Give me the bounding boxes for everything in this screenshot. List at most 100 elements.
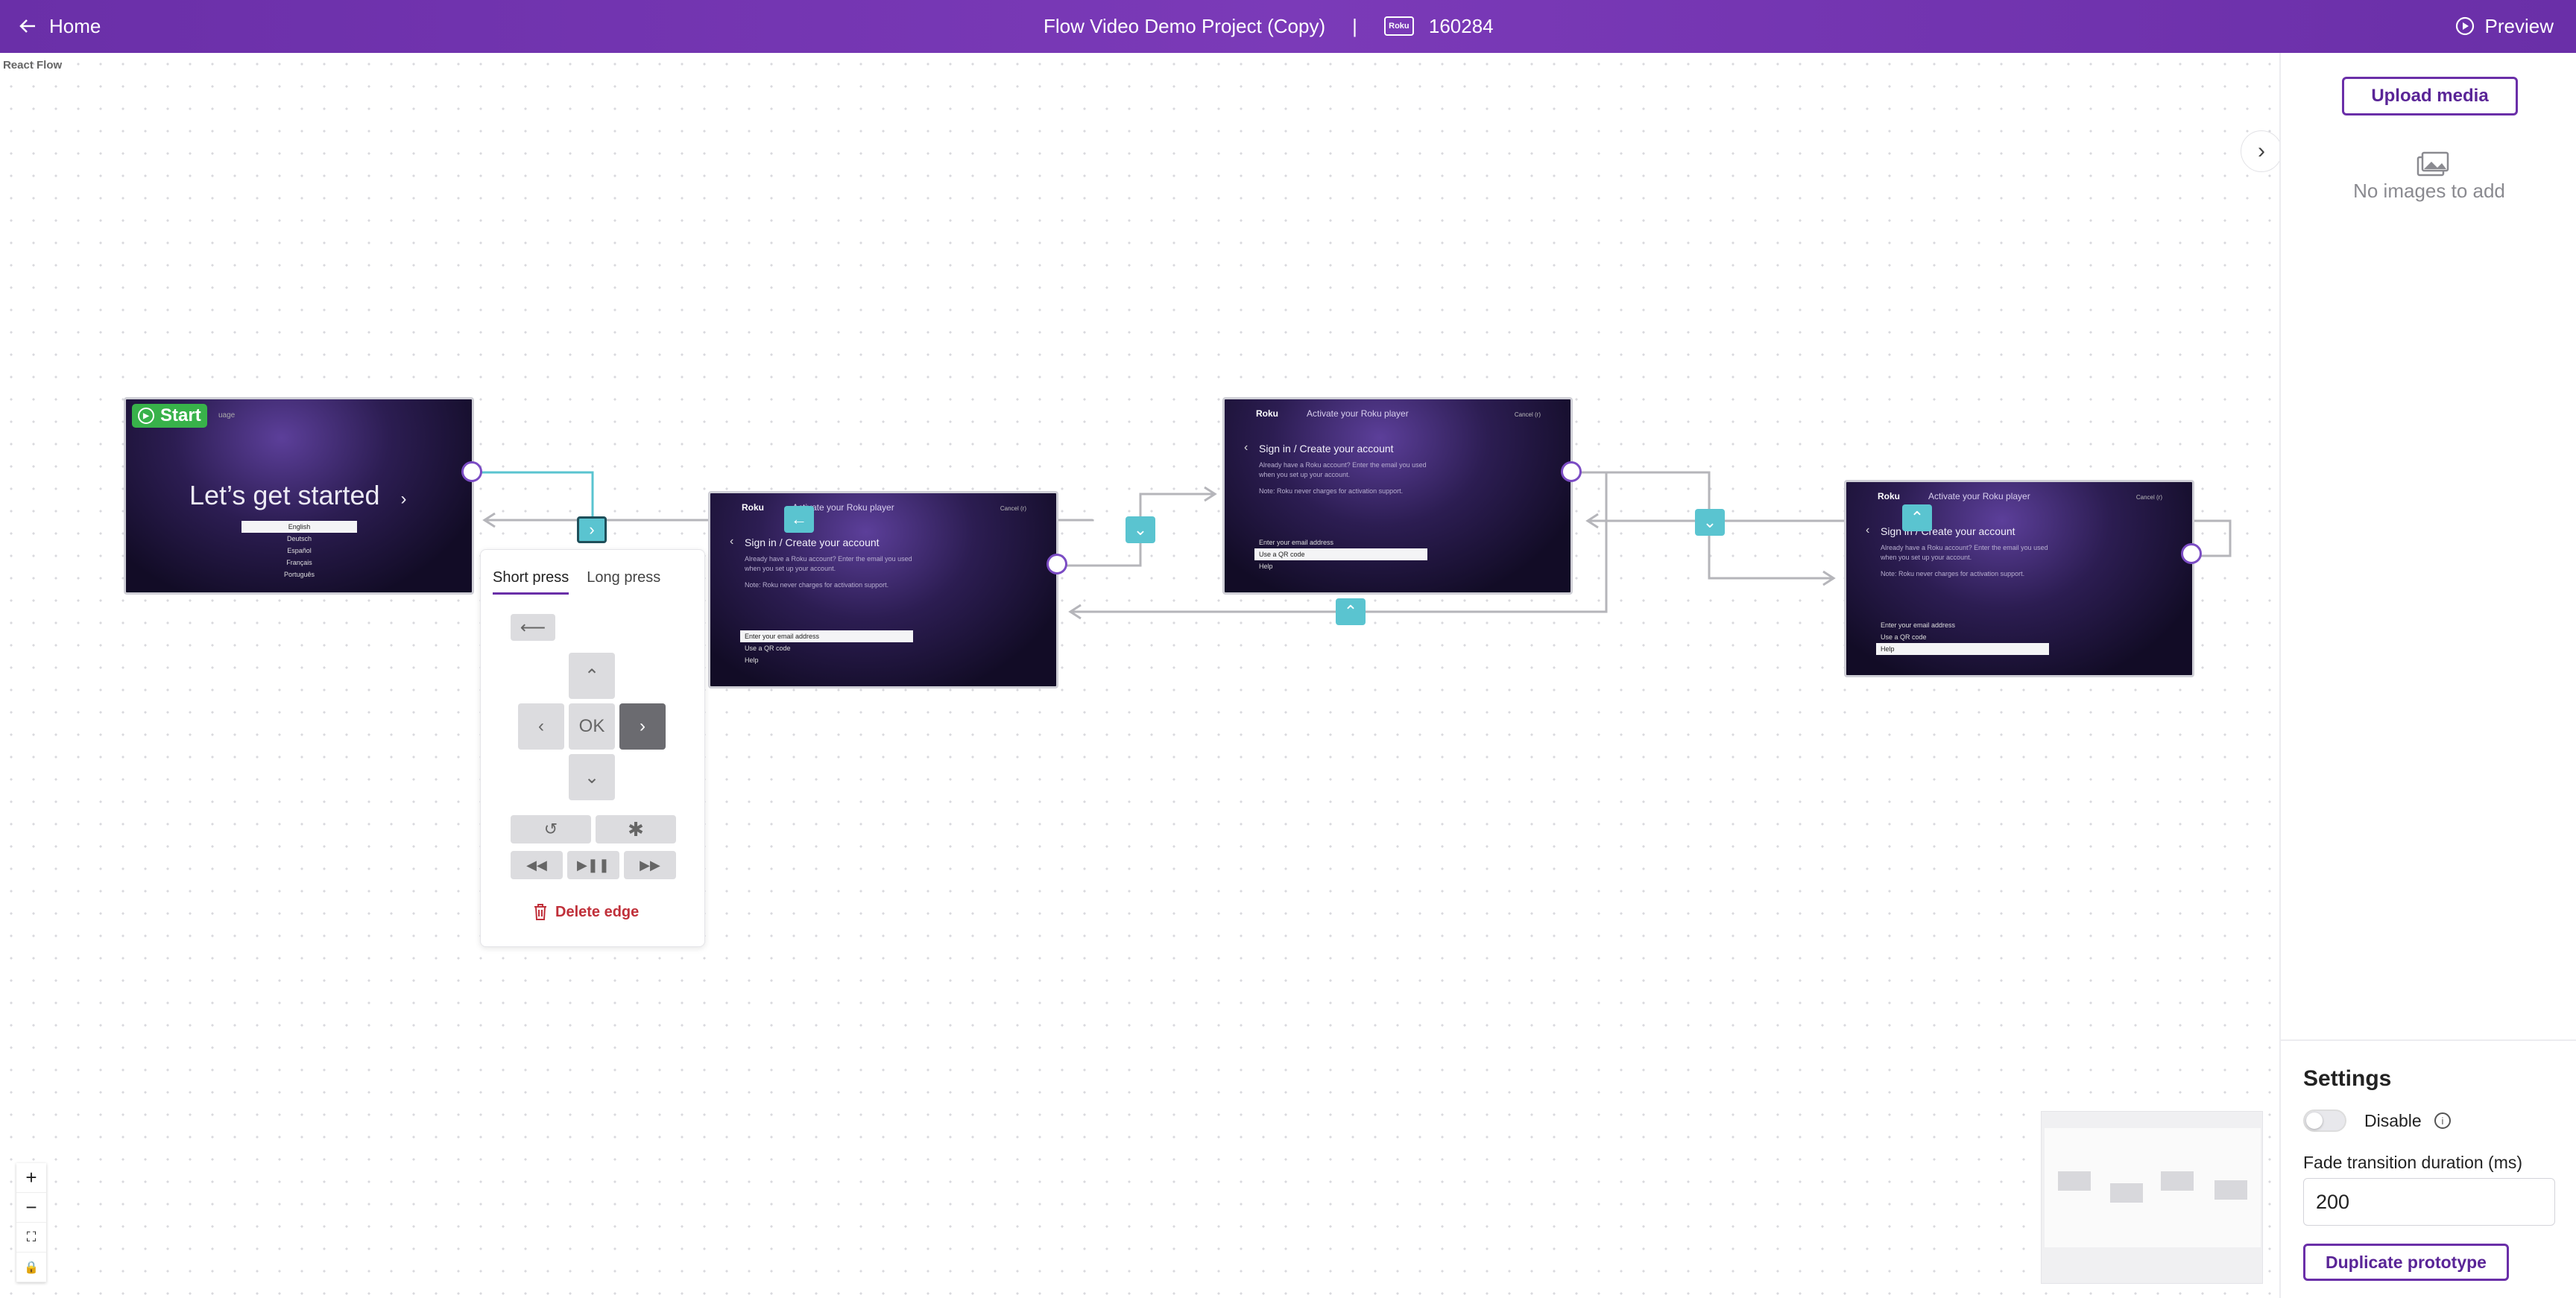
edge-key-popover: Short press Long press ⟵ ⌃ ‹ OK › ⌄ ↺ ✱ … [480,549,705,947]
collapse-sidebar-button[interactable]: › [2241,130,2279,172]
duplicate-prototype-button[interactable]: Duplicate prototype [2303,1244,2509,1281]
minimap[interactable] [2041,1111,2263,1284]
title-separator: | [1352,14,1357,37]
edge-up-button[interactable]: ⌃ [1336,598,1366,625]
option-item: Use a QR code [1881,633,1927,641]
edge-back-button[interactable]: ← [784,506,814,533]
right-key[interactable]: › [619,703,666,750]
minimap-node [2058,1171,2091,1191]
edge-right-button[interactable]: › [577,516,607,543]
node-handle[interactable] [2181,543,2202,564]
screen-header: Roku Activate your Roku player [742,502,894,513]
disable-label: Disable [2364,1111,2422,1130]
zoom-in-button[interactable]: + [16,1163,46,1193]
cancel-hint: Cancel (r) [1000,505,1026,512]
screen-title: Let’s get started › [189,480,407,511]
tab-long-press[interactable]: Long press [587,569,660,595]
language-option: Português [283,571,315,578]
minimap-node [2214,1180,2247,1200]
image-placeholder-icon [2416,151,2449,177]
roku-logo: Roku [742,502,764,513]
edge-language-to-screen1 [473,471,594,519]
fade-duration-input[interactable] [2303,1178,2555,1226]
chevron-left-icon: ‹ [1244,441,1248,454]
replay-key[interactable]: ↺ [511,815,591,843]
screen-title-text: Let’s get started [189,480,380,510]
edge-up-button[interactable]: ⌃ [1902,504,1932,531]
screen-node-signin-1[interactable]: Roku Activate your Roku player Cancel (r… [708,491,1058,688]
screen-title: Sign in / Create your account [745,536,880,548]
fast-forward-key[interactable]: ▶▶ [624,851,676,879]
disable-toggle[interactable] [2303,1109,2346,1132]
edge-down-button[interactable]: ⌄ [1126,516,1155,543]
language-option: English [242,521,357,533]
preview-label: Preview [2484,14,2554,37]
screen-title: Sign in / Create your account [1259,443,1394,455]
up-key[interactable]: ⌃ [569,653,615,699]
language-list: English Deutsch Español Français Portugu… [242,521,357,580]
screen-body: Already have a Roku account? Enter the e… [1259,461,1427,478]
node-handle[interactable] [1561,461,1582,482]
rewind-key[interactable]: ◀◀ [511,851,563,879]
minimap-node [2110,1183,2143,1203]
flow-canvas[interactable]: React Flow ▶ Start uage Let’s get starte… [0,53,2279,1298]
left-key[interactable]: ‹ [518,703,564,750]
zoom-controls: + − ⛶ 🔒 [16,1163,46,1282]
option-item: Enter your email address [1881,621,1956,629]
trash-icon [534,904,546,920]
project-header: Flow Video Demo Project (Copy) | Roku 16… [1044,12,1494,40]
screen-header-text: Activate your Roku player [1307,408,1409,419]
edge-down-button[interactable]: ⌄ [1695,509,1725,536]
screen-node-signin-3[interactable]: Roku Activate your Roku player Cancel (r… [1844,480,2194,677]
media-sidebar: Upload media No images to add Settings D… [2279,53,2576,1298]
option-item: Use a QR code [1254,548,1427,560]
project-title[interactable]: Flow Video Demo Project (Copy) [1044,15,1325,38]
chevron-right-icon: › [400,489,407,509]
play-circle-icon [2455,16,2474,36]
home-button[interactable]: Home [19,12,101,40]
play-circle-icon: ▶ [138,408,154,424]
zoom-out-button[interactable]: − [16,1193,46,1223]
delete-edge-button[interactable]: Delete edge [533,903,639,921]
preview-button[interactable]: Preview [2455,12,2554,40]
settings-panel: Settings Disable i Fade transition durat… [2281,1039,2576,1298]
arrow-left-icon [19,19,35,33]
screen-node-language[interactable]: ▶ Start uage Let’s get started › English… [124,397,474,595]
option-item: Enter your email address [740,630,913,642]
upload-media-button[interactable]: Upload media [2342,77,2518,115]
star-key[interactable]: ✱ [596,815,676,843]
node-handle[interactable] [461,461,482,482]
fit-view-button[interactable]: ⛶ [16,1223,46,1253]
lock-button[interactable]: 🔒 [16,1253,46,1282]
back-key[interactable]: ⟵ [511,614,555,641]
screen-note: Note: Roku never charges for activation … [745,581,889,589]
top-bar: Home Flow Video Demo Project (Copy) | Ro… [0,0,2576,53]
screen-header: Roku Activate your Roku player [1256,408,1409,419]
node-handle[interactable] [1046,554,1067,574]
tab-short-press[interactable]: Short press [493,569,569,595]
screen-header-text: Activate your Roku player [1928,491,2030,501]
options-list: Enter your email address Use a QR code H… [1876,619,2049,655]
empty-media-text: No images to add [2353,180,2505,202]
roku-logo: Roku [1878,491,1900,501]
info-icon[interactable]: i [2434,1112,2451,1129]
ok-key[interactable]: OK [569,703,615,750]
screen-node-signin-2[interactable]: Roku Activate your Roku player Cancel (r… [1222,397,1573,595]
screen-header: Roku Activate your Roku player [1878,491,2030,501]
language-option: Français [286,559,312,566]
option-item: Help [1259,563,1273,570]
start-label: Start [160,405,201,425]
option-item: Help [745,656,759,664]
options-list: Enter your email address Use a QR code H… [740,630,913,666]
screen-title: Sign in / Create your account [1881,525,2015,537]
down-key[interactable]: ⌄ [569,754,615,800]
delete-edge-label: Delete edge [555,903,640,920]
roku-logo: Roku [1256,408,1278,419]
minimap-node [2161,1171,2194,1191]
roku-device-icon: Roku [1383,16,1414,36]
home-label: Home [49,14,101,37]
option-item: Enter your email address [1259,539,1334,546]
language-option: Deutsch [286,535,312,542]
play-pause-key[interactable]: ▶❚❚ [567,851,619,879]
cancel-hint: Cancel (r) [2135,494,2162,501]
